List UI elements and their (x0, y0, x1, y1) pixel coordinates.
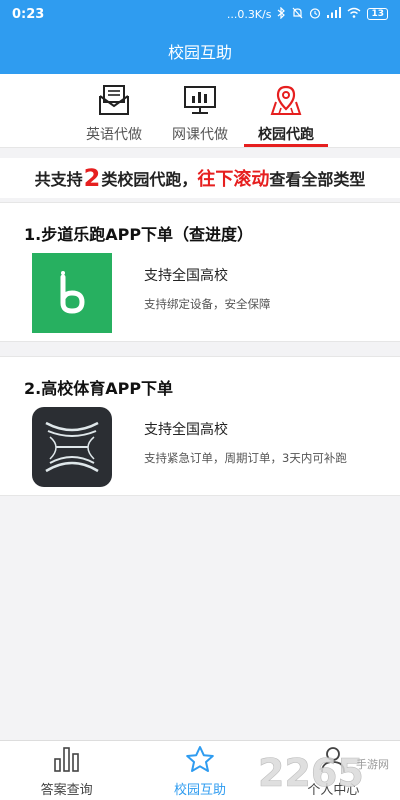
nav-campus-help-label: 校园互助 (173, 783, 226, 798)
map-pin-icon (269, 84, 303, 120)
status-bar: 0:23 ...0.3K/s 13 (0, 0, 400, 28)
banner-count: 2 (83, 164, 101, 192)
card-description: 支持紧急订单，周期订单，3天内可补跑 (144, 451, 347, 465)
tab-english[interactable]: 英语代做 (71, 74, 157, 148)
page-title: 校园互助 (167, 43, 232, 62)
monitor-chart-icon (183, 84, 217, 120)
card-title: 1.步道乐跑APP下单（查进度） (24, 225, 254, 244)
tab-online-course[interactable]: 网课代做 (157, 74, 243, 148)
status-time: 0:23 (12, 6, 45, 22)
top-bar: 0:23 ...0.3K/s 13 校园互助 (0, 0, 400, 74)
nav-campus-help[interactable]: 校园互助 (133, 741, 266, 800)
banner-prefix: 共支持 (34, 170, 83, 189)
bar-chart-icon (52, 745, 82, 777)
buddao-app-logo (32, 253, 112, 333)
card-title: 2.高校体育APP下单 (24, 379, 174, 398)
signal-icon (327, 7, 342, 21)
service-card-2[interactable]: 2.高校体育APP下单 支持全国高校 支持紧急订单，周期订单，3天内可补跑 (0, 356, 400, 496)
mute-bell-icon (292, 7, 303, 22)
category-tabs: 英语代做 网课代做 校园代跑 (0, 74, 400, 148)
status-right-group: ...0.3K/s 13 (226, 6, 388, 22)
nav-answer-query-label: 答案查询 (40, 783, 93, 798)
envelope-icon (97, 84, 131, 120)
info-banner: 共支持 2 类校园代跑， 往下滚动 查看全部类型 (0, 158, 400, 198)
gaoxiao-tiyu-app-logo (32, 407, 112, 487)
star-icon (185, 745, 215, 777)
bluetooth-icon (277, 6, 286, 22)
wifi-icon (347, 7, 361, 21)
battery-indicator: 13 (367, 8, 388, 20)
bottom-nav: 答案查询 校园互助 个人中心 (0, 740, 400, 800)
banner-middle: 类校园代跑， (101, 170, 198, 189)
banner-highlight: 往下滚动 (197, 169, 270, 190)
card-subtitle: 支持全国高校 (144, 268, 228, 284)
network-speed: ...0.3K/s (226, 7, 272, 21)
card-subtitle: 支持全国高校 (144, 422, 228, 438)
tab-online-course-label: 网课代做 (172, 127, 228, 143)
tab-campus-run[interactable]: 校园代跑 (243, 74, 329, 148)
nav-personal-center[interactable]: 个人中心 (267, 741, 400, 800)
person-icon (318, 745, 348, 777)
service-card-1[interactable]: 1.步道乐跑APP下单（查进度） 支持全国高校 支持绑定设备，安全保障 (0, 202, 400, 342)
nav-answer-query[interactable]: 答案查询 (0, 741, 133, 800)
nav-personal-center-label: 个人中心 (307, 783, 360, 798)
banner-suffix: 查看全部类型 (269, 170, 366, 189)
card-description: 支持绑定设备，安全保障 (144, 297, 271, 311)
tab-english-label: 英语代做 (86, 127, 142, 143)
tab-campus-run-label: 校园代跑 (258, 127, 314, 143)
alarm-icon (309, 7, 321, 22)
